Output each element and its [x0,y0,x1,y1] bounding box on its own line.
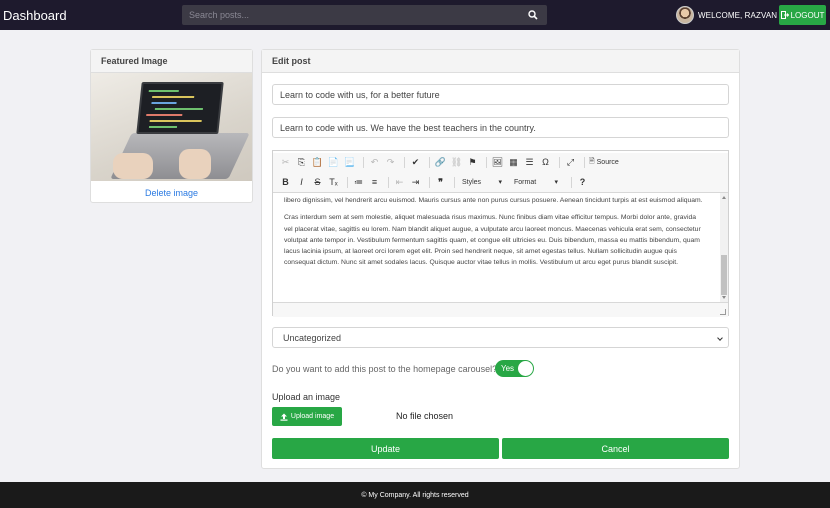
source-icon: 🗎 [589,157,595,165]
paste-text-icon[interactable]: 📄 [327,156,340,169]
strikethrough-icon[interactable]: S [311,176,324,189]
search-bar [182,5,547,25]
carousel-question: Do you want to add this post to the home… [272,364,498,374]
upload-image-button[interactable]: Upload image [272,407,342,426]
maximize-icon[interactable]: ⤢ [564,156,577,169]
logout-button[interactable]: LOGOUT [779,5,826,25]
laptop-screen-shape [136,82,224,134]
source-label: Source [596,158,619,166]
content-paragraph: Cras interdum sem at sem molestie, aliqu… [284,214,701,267]
bold-icon[interactable]: B [279,176,292,189]
upload-label: Upload an image [272,392,341,402]
chevron-down-icon [717,335,723,341]
user-menu[interactable]: WELCOME, RAZVAN [676,5,788,25]
styles-dropdown[interactable]: Styles ▾ [459,176,505,188]
special-char-icon[interactable]: Ω [539,156,552,169]
paste-word-icon[interactable]: 📃 [343,156,356,169]
outdent-icon[interactable]: ⇤ [393,176,406,189]
source-button[interactable]: 🗎 Source [589,157,619,168]
no-file-text: No file chosen [396,411,454,421]
logout-icon [780,11,789,19]
update-button[interactable]: Update [272,438,499,459]
category-value: Uncategorized [283,332,342,343]
format-dropdown[interactable]: Format ▾ [511,176,561,188]
bulleted-list-icon[interactable]: ≡ [368,176,381,189]
table-icon[interactable]: ▦ [507,156,520,169]
avatar[interactable] [676,6,694,24]
post-title-input[interactable]: Learn to code with us, for a better futu… [272,84,729,105]
search-input[interactable] [182,5,523,25]
footer: © My Company. All rights reserved [0,482,830,508]
remove-format-icon[interactable]: Tₓ [327,176,340,189]
styles-caret-icon: ▾ [498,179,502,186]
search-icon[interactable] [523,5,543,25]
welcome-text[interactable]: WELCOME, RAZVAN [698,11,777,20]
spellcheck-icon[interactable]: ✔ [409,156,422,169]
editor-scrollbar[interactable] [720,193,728,302]
numbered-list-icon[interactable]: ≔ [352,176,365,189]
featured-image-card: Featured Image Delete image [90,49,253,203]
upload-icon [280,413,288,421]
italic-icon[interactable]: I [295,176,308,189]
scroll-down-icon[interactable] [722,296,726,299]
category-select[interactable]: Uncategorized [272,327,729,348]
scroll-thumb[interactable] [721,255,727,295]
undo-icon[interactable]: ↶ [368,156,381,169]
image-icon[interactable]: 🖼 [491,156,504,169]
toolbar-row-1: ✂ ⎘ 📋 📄 📃 ↶ ↷ ✔ 🔗 ⛓ ⚑ 🖼 ▦ ☰ Ω ⤢ 🗎 Source [273,153,728,171]
cancel-button[interactable]: Cancel [502,438,729,459]
paste-icon[interactable]: 📋 [311,156,324,169]
redo-icon[interactable]: ↷ [384,156,397,169]
help-icon[interactable]: ? [576,176,589,189]
editor-status-bar [273,302,728,317]
logout-label: LOGOUT [790,10,825,20]
editor-content[interactable]: libero dignissim, vel hendrerit arcu eui… [273,193,728,302]
indent-icon[interactable]: ⇥ [409,176,422,189]
horizontal-rule-icon[interactable]: ☰ [523,156,536,169]
upload-button-label: Upload image [290,413,335,420]
content-paragraph: libero dignissim, vel hendrerit arcu eui… [284,197,703,204]
scroll-up-icon[interactable] [722,196,726,199]
rich-text-editor: ✂ ⎘ 📋 📄 📃 ↶ ↷ ✔ 🔗 ⛓ ⚑ 🖼 ▦ ☰ Ω ⤢ 🗎 Source… [272,150,729,317]
format-label: Format [514,178,537,186]
cut-icon[interactable]: ✂ [279,156,292,169]
toolbar-row-2: B I S Tₓ ≔ ≡ ⇤ ⇥ ❞ Styles ▾ Format ▾ ? [273,173,728,191]
copy-icon[interactable]: ⎘ [295,156,308,169]
format-caret-icon: ▾ [554,179,558,186]
resize-handle-icon[interactable] [720,309,726,315]
brand-title[interactable]: Dashboard [3,8,67,23]
featured-image-header: Featured Image [91,50,252,73]
toggle-label: Yes [501,364,515,373]
styles-label: Styles [462,178,482,186]
edit-post-header: Edit post [262,50,739,73]
featured-image [91,73,252,181]
toggle-knob [518,361,533,376]
top-navbar: Dashboard WELCOME, RAZVAN LOGOUT [0,0,830,30]
carousel-toggle[interactable]: Yes [495,360,534,377]
blockquote-icon[interactable]: ❞ [434,176,447,189]
footer-text: © My Company. All rights reserved [361,491,469,499]
anchor-flag-icon[interactable]: ⚑ [466,156,479,169]
editor-toolbar: ✂ ⎘ 📋 📄 📃 ↶ ↷ ✔ 🔗 ⛓ ⚑ 🖼 ▦ ☰ Ω ⤢ 🗎 Source… [273,153,728,193]
delete-image-link[interactable]: Delete image [91,188,252,198]
edit-post-card: Edit post Learn to code with us, for a b… [261,49,740,469]
post-subtitle-input[interactable]: Learn to code with us. We have the best … [272,117,729,138]
unlink-icon[interactable]: ⛓ [450,156,463,169]
link-icon[interactable]: 🔗 [434,156,447,169]
